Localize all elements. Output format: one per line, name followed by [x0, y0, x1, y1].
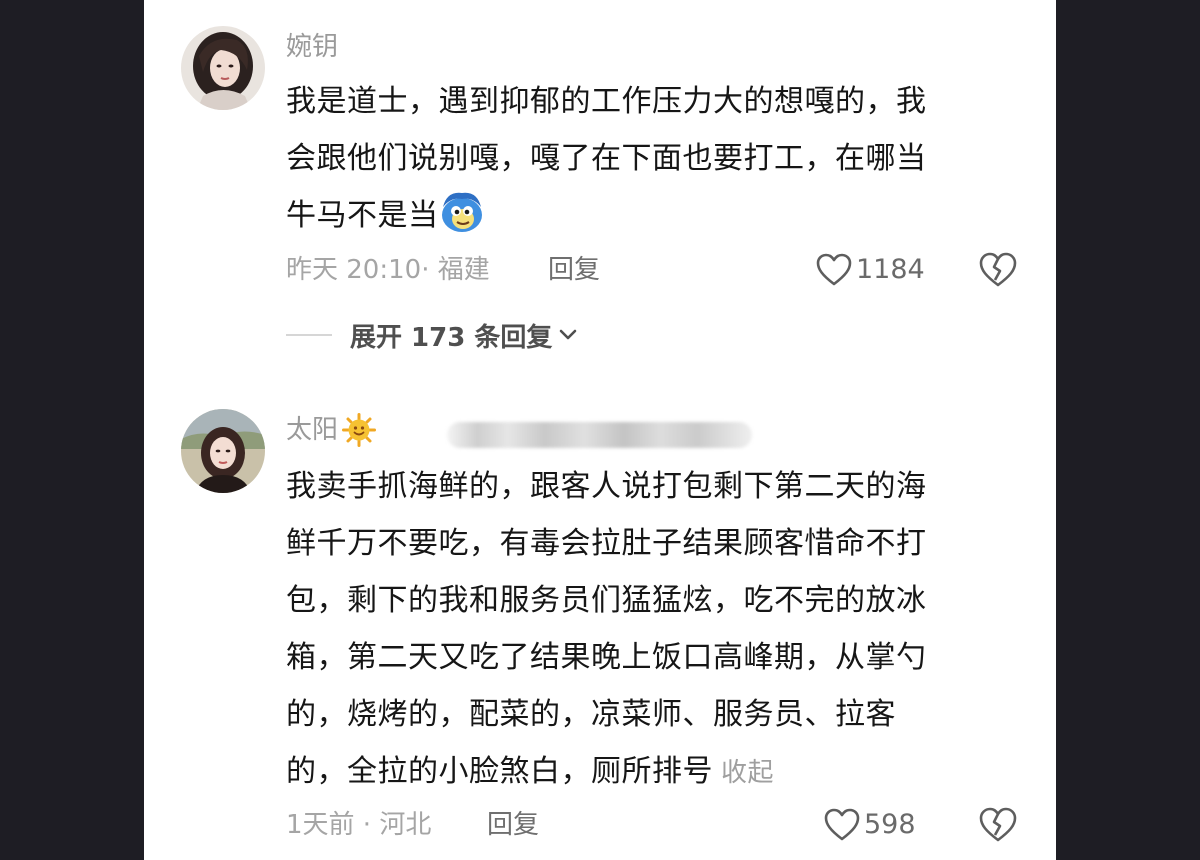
broken-heart-icon — [979, 807, 1017, 842]
reply-button[interactable]: 回复 — [487, 807, 539, 843]
username[interactable]: 婉钥 — [286, 29, 338, 65]
like-count: 598 — [864, 809, 916, 840]
comment-line: 会跟他们说别嘎，嘎了在下面也要打工，在哪当 — [286, 141, 927, 176]
chevron-down-icon — [560, 329, 577, 340]
heart-outline-icon — [816, 253, 852, 286]
sun-face-emoji-icon — [342, 413, 377, 447]
broken-heart-icon — [979, 252, 1017, 287]
comment-line: 的，全拉的小脸煞白，厕所排号 收起 — [286, 743, 1016, 800]
comment-line: 箱，第二天又吃了结果晚上饭口高峰期，从掌勺 — [286, 640, 927, 675]
comment-meta: 昨天 20:10· 福建 — [286, 255, 490, 285]
like-button[interactable]: 598 — [824, 807, 916, 843]
blurred-tag — [447, 422, 752, 448]
comment-line: 我是道士，遇到抑郁的工作压力大的想嘎的，我 — [286, 84, 927, 119]
reply-button[interactable]: 回复 — [548, 252, 600, 288]
comment-text: 我是道士，遇到抑郁的工作压力大的想嘎的，我 会跟他们说别嘎，嘎了在下面也要打工，… — [286, 73, 1016, 244]
expand-replies-label: 展开 173 条回复 — [350, 322, 553, 353]
comment-line: 牛马不是当 — [286, 187, 1016, 244]
avatar[interactable] — [181, 26, 265, 110]
like-count: 1184 — [856, 254, 925, 285]
comment-text: 我卖手抓海鲜的，跟客人说打包剩下第二天的海 鲜千万不要吃，有毒会拉肚子结果顾客惜… — [286, 458, 1016, 800]
comment-meta: 1天前 · 河北 — [286, 810, 432, 840]
like-button[interactable]: 1184 — [816, 252, 925, 288]
dislike-button[interactable] — [979, 807, 1017, 843]
dislike-button[interactable] — [979, 252, 1017, 288]
username-text: 太阳 — [286, 415, 339, 445]
comment-line-text: 牛马不是当 — [286, 198, 439, 233]
expand-replies-button[interactable]: 展开 173 条回复 — [286, 317, 578, 353]
comment-line-text: 的，全拉的小脸煞白，厕所排号 — [286, 754, 713, 789]
divider — [286, 334, 332, 336]
comment-line: 我卖手抓海鲜的，跟客人说打包剩下第二天的海 — [286, 469, 927, 504]
comment-line: 的，烧烤的，配菜的，凉菜师、服务员、拉客 — [286, 697, 896, 732]
heart-outline-icon — [824, 808, 860, 841]
avatar[interactable] — [181, 409, 265, 493]
comment-line: 包，剩下的我和服务员们猛猛炫，吃不完的放冰 — [286, 583, 927, 618]
blue-face-emoji-icon — [439, 189, 485, 252]
collapse-button[interactable]: 收起 — [721, 758, 774, 788]
username[interactable]: 太阳 — [286, 412, 377, 448]
comment-panel: 婉钥 我是道士，遇到抑郁的工作压力大的想嘎的，我 会跟他们说别嘎，嘎了在下面也要… — [144, 0, 1056, 860]
comment-line: 鲜千万不要吃，有毒会拉肚子结果顾客惜命不打 — [286, 526, 927, 561]
